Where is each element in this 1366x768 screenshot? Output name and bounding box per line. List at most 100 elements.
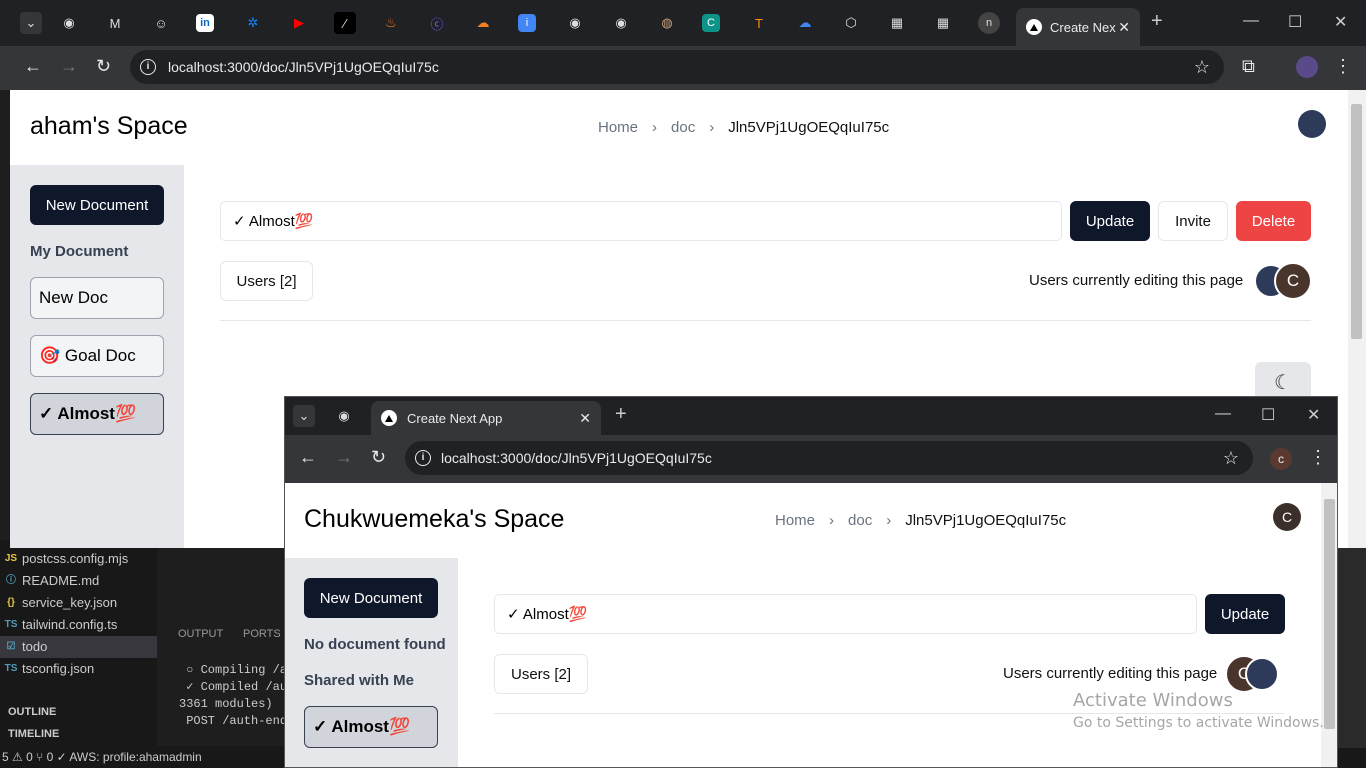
new-tab-icon[interactable]: + <box>1151 10 1163 33</box>
editing-label: Users currently editing this page <box>1003 665 1218 682</box>
users-button[interactable]: Users [2] <box>494 654 588 694</box>
breadcrumb-current: Jln5VPj1UgOEQqIuI75c <box>905 512 1067 529</box>
cloud-icon[interactable]: ☁ <box>794 12 816 34</box>
sidebar: New Document No document found Shared wi… <box>285 558 458 767</box>
editor-avatar-c: C <box>1274 262 1312 300</box>
invite-button[interactable]: Invite <box>1158 201 1228 241</box>
file-tsconfig[interactable]: TS tsconfig.json <box>4 658 95 680</box>
globe-icon[interactable]: ◉ <box>564 12 586 34</box>
breadcrumb-home[interactable]: Home <box>775 512 815 529</box>
new-tab-icon[interactable]: + <box>615 403 627 426</box>
breadcrumb: Home › doc › Jln5VPj1UgOEQqIuI75c <box>598 119 889 136</box>
breadcrumb-doc[interactable]: doc <box>671 119 695 136</box>
bookmark-star-icon[interactable]: ☆ <box>1223 441 1239 475</box>
c-icon[interactable]: ⓒ <box>426 12 448 34</box>
file-service-key[interactable]: {} service_key.json <box>4 592 117 614</box>
tab-title: Create Nex <box>1050 19 1116 35</box>
scroll-thumb[interactable] <box>1324 499 1335 729</box>
breadcrumb-doc[interactable]: doc <box>848 512 872 529</box>
editing-label: Users currently editing this page <box>1029 272 1244 289</box>
grid-icon[interactable]: ▦ <box>932 12 954 34</box>
file-tailwind-config[interactable]: TS tailwind.config.ts <box>4 614 118 636</box>
close-window-icon[interactable]: ✕ <box>1307 405 1320 425</box>
scroll-thumb[interactable] <box>1351 104 1362 339</box>
menu-icon[interactable]: ⋮ <box>1309 447 1327 468</box>
n-icon[interactable]: n <box>978 12 1000 34</box>
tensorflow-icon[interactable]: T <box>748 12 770 34</box>
tab-search-icon[interactable]: ⌄ <box>293 405 315 427</box>
close-tab-icon[interactable]: ✕ <box>1118 19 1130 36</box>
tab-search-icon[interactable]: ⌄ <box>20 12 42 34</box>
nextjs-icon <box>381 410 397 426</box>
cube-icon[interactable]: ⬡ <box>840 12 862 34</box>
gmail-icon[interactable]: M <box>104 12 126 34</box>
minimize-icon[interactable]: — <box>1215 405 1231 423</box>
new-document-button[interactable]: New Document <box>30 185 164 225</box>
forward-icon[interactable]: → <box>60 56 78 77</box>
menu-icon[interactable]: ⋮ <box>1334 56 1352 77</box>
linkedin-icon[interactable]: in <box>196 14 214 32</box>
users-button[interactable]: Users [2] <box>220 261 313 301</box>
doc-item-goal-doc[interactable]: 🎯 Goal Doc <box>30 335 164 377</box>
breadcrumb-home[interactable]: Home <box>598 119 638 136</box>
globe-icon[interactable]: ◉ <box>333 405 355 427</box>
title-input[interactable]: ✓ Almost💯 <box>220 201 1062 241</box>
user-avatar[interactable]: C <box>1273 503 1301 531</box>
globe-icon[interactable]: ◉ <box>610 12 632 34</box>
profile-avatar[interactable]: c <box>1270 448 1292 470</box>
delete-button[interactable]: Delete <box>1236 201 1311 241</box>
doc-item-almost[interactable]: ✓ Almost💯 <box>30 393 164 435</box>
user-avatar[interactable] <box>1298 110 1326 138</box>
youtube-icon[interactable]: ▶ <box>288 12 310 34</box>
file-readme[interactable]: ⓘ README.md <box>4 570 99 592</box>
close-tab-icon[interactable]: ✕ <box>579 410 591 427</box>
notion-icon[interactable]: ⁄ <box>334 12 356 34</box>
page-scrollbar[interactable] <box>1348 90 1366 548</box>
tab-bar: ⌄ ◉ Create Next App ✕ + — ☐ ✕ <box>285 397 1337 435</box>
outline-section[interactable]: OUTLINE <box>8 706 56 718</box>
ts-file-icon: TS <box>4 619 18 630</box>
maximize-icon[interactable]: ☐ <box>1261 405 1275 425</box>
forward-icon[interactable]: → <box>335 447 353 468</box>
timeline-section[interactable]: TIMELINE <box>8 728 59 740</box>
cookie-icon[interactable]: ◍ <box>656 12 678 34</box>
fire-icon[interactable]: ♨ <box>380 12 402 34</box>
maximize-icon[interactable]: ☐ <box>1288 12 1302 32</box>
site-info-icon[interactable]: i <box>140 59 156 75</box>
title-input[interactable]: ✓ Almost💯 <box>494 594 1197 634</box>
globe-icon[interactable]: ◉ <box>58 12 80 34</box>
bookmark-star-icon[interactable]: ☆ <box>1194 50 1210 84</box>
profile-avatar[interactable] <box>1296 56 1318 78</box>
extensions-icon[interactable]: ⧉ <box>1242 56 1255 77</box>
address-bar[interactable]: i localhost:3000/doc/Jln5VPj1UgOEQqIuI75… <box>405 441 1253 475</box>
file-postcss-config[interactable]: JS postcss.config.mjs <box>4 548 128 570</box>
c-icon[interactable]: C <box>702 14 720 32</box>
activate-windows-watermark: Activate Windows Go to Settings to activ… <box>1073 690 1324 731</box>
info-icon[interactable]: i <box>518 14 536 32</box>
todo-file-icon: ☑ <box>6 641 16 652</box>
chat-icon[interactable]: ☺ <box>150 12 172 34</box>
new-document-button[interactable]: New Document <box>304 578 438 618</box>
active-tab[interactable]: Create Next App ✕ <box>371 401 601 435</box>
doc-item-almost[interactable]: ✓ Almost💯 <box>304 706 438 748</box>
update-button[interactable]: Update <box>1070 201 1150 241</box>
back-icon[interactable]: ← <box>299 447 317 468</box>
tab-bar: ⌄ ◉ M ☺ in ✲ ▶ ⁄ ♨ ⓒ ☁ i ◉ ◉ ◍ C T ☁ ⬡ ▦… <box>0 0 1366 46</box>
doc-item-new-doc[interactable]: New Doc <box>30 277 164 319</box>
bluesky-icon[interactable]: ✲ <box>242 12 264 34</box>
back-icon[interactable]: ← <box>24 56 42 77</box>
address-bar[interactable]: i localhost:3000/doc/Jln5VPj1UgOEQqIuI75… <box>130 50 1224 84</box>
ports-tab[interactable]: PORTS <box>243 628 281 640</box>
cloudflare-icon[interactable]: ☁ <box>472 12 494 34</box>
update-button[interactable]: Update <box>1205 594 1285 634</box>
grid-icon[interactable]: ▦ <box>886 12 908 34</box>
file-label: postcss.config.mjs <box>22 551 129 566</box>
output-tab[interactable]: OUTPUT <box>178 628 223 640</box>
close-window-icon[interactable]: ✕ <box>1334 12 1347 32</box>
file-todo[interactable]: ☑ todo <box>0 636 157 658</box>
minimize-icon[interactable]: — <box>1243 12 1259 30</box>
reload-icon[interactable]: ↻ <box>96 56 111 77</box>
reload-icon[interactable]: ↻ <box>371 447 386 468</box>
site-info-icon[interactable]: i <box>415 450 431 466</box>
active-tab[interactable]: Create Nex ✕ <box>1016 8 1140 46</box>
